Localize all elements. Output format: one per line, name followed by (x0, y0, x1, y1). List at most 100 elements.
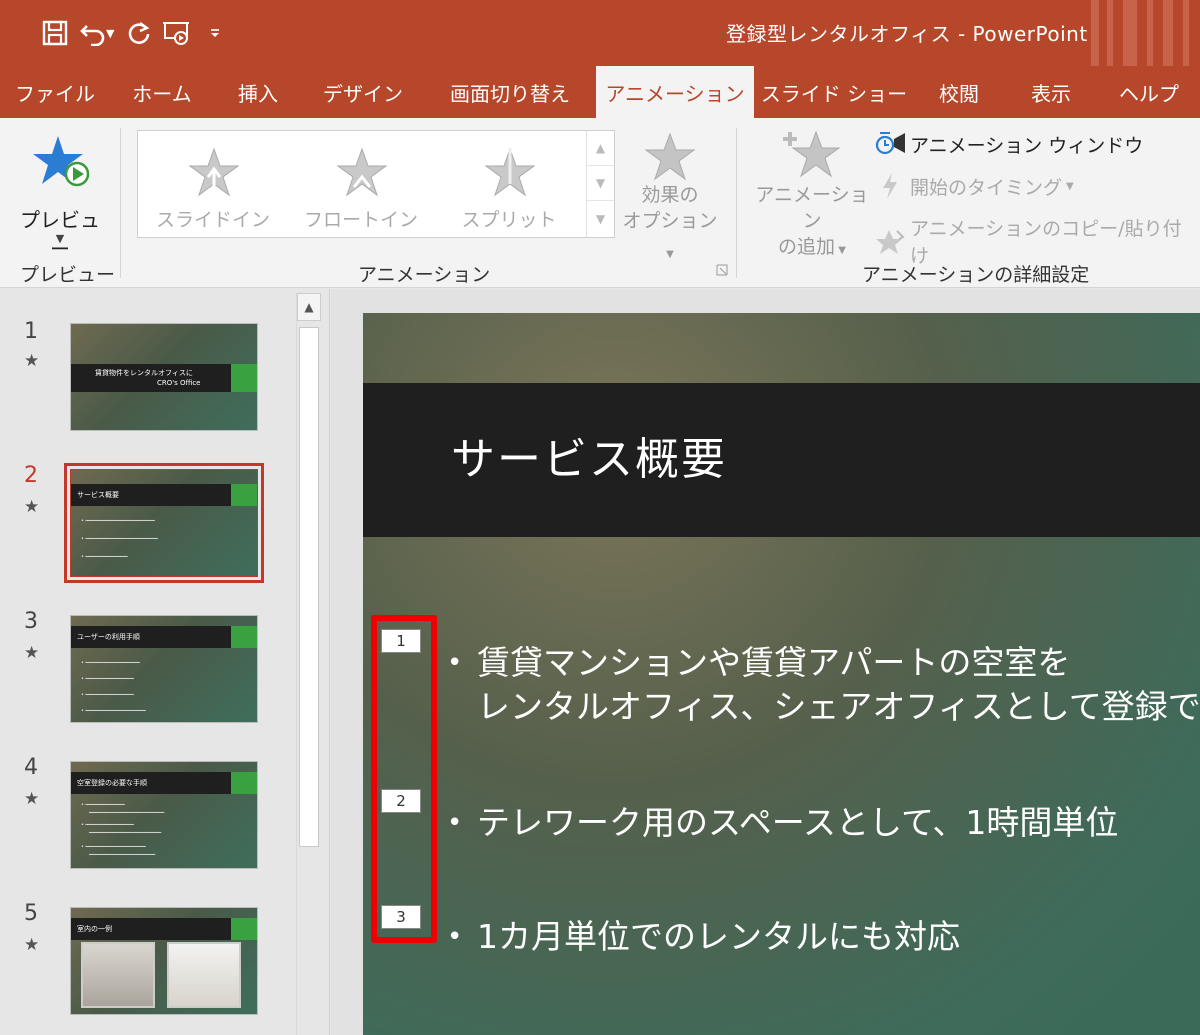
bullet-item[interactable]: • 賃貸マンションや賃貸アパートの空室を レンタルオフィス、シェアオフィスとして… (447, 641, 1200, 729)
tab-home[interactable]: ホーム (110, 66, 214, 118)
trigger-button[interactable]: 開始のタイミング ▼ (874, 172, 1074, 200)
tab-slideshow[interactable]: スライド ショー (754, 66, 914, 118)
slide-thumbnail-5[interactable]: 室内の一例 (70, 907, 258, 1015)
tab-insert[interactable]: 挿入 (214, 66, 302, 118)
highlight-box (371, 615, 437, 943)
thumbnail-title: サービス概要 (77, 491, 119, 499)
slide-title[interactable]: サービス概要 (451, 423, 727, 487)
thumbnail-text-line: • ━━━━━━━━━━━━━━━━━━━━ (81, 844, 146, 850)
current-slide[interactable]: サービス概要 1 2 3 • 賃貸マンションや賃貸アパートの空室を レンタルオフ… (363, 313, 1200, 1035)
group-separator (120, 128, 121, 278)
animation-star-icon: ★ (24, 789, 40, 809)
slide-thumbnail-3[interactable]: ユーザーの利用手順 • ━━━━━━━━━━━━━━━━━━ • ━━━━━━━… (70, 615, 258, 723)
tab-animations[interactable]: アニメーション (596, 66, 754, 118)
animation-painter-icon (874, 227, 906, 255)
undo-dropdown-icon[interactable]: ▼ (106, 27, 114, 40)
split-star-icon (484, 147, 536, 197)
effect-options-button[interactable]: 効果の オプション ▼ (622, 132, 718, 260)
thumbnail-title: ユーザーの利用手順 (77, 633, 140, 641)
group-label-preview: プレビュー (20, 264, 116, 286)
preview-button[interactable]: プレビュー ▼ (14, 132, 106, 261)
chevron-down-icon: ▼ (1066, 180, 1074, 192)
scrollbar-thumb[interactable] (299, 327, 319, 847)
gallery-scroll-up-icon[interactable]: ▲ (587, 131, 614, 166)
animation-split[interactable]: スプリット (434, 137, 584, 233)
quick-access-toolbar: ▼ (36, 14, 234, 52)
animation-star-icon: ★ (24, 351, 40, 371)
thumbnail-text-line: • ━━━━━━━━━━━━━━━━━━━━━━━ (81, 518, 155, 524)
tab-file[interactable]: ファイル (0, 66, 110, 118)
tab-design[interactable]: デザイン (302, 66, 424, 118)
thumbnail-title: 賃貸物件をレンタルオフィスに (95, 369, 193, 377)
animation-star-icon: ★ (24, 497, 40, 517)
thumbnail-text-line: ━━━━━━━━━━━━━━━━━━━━━━ (89, 852, 156, 858)
thumbnail-text-line: ━━━━━━━━━━━━━━━━━━━━━━━━━ (89, 810, 165, 816)
dialog-launcher-icon[interactable] (716, 264, 728, 276)
bullet-text-line: テレワーク用のスペースとして、1時間単位 (477, 803, 1119, 842)
thumbnail-text-line: • ━━━━━━━━━━━━━━━━━━━━━━━━ (81, 536, 158, 542)
tab-review[interactable]: 校閲 (914, 66, 1004, 118)
thumbnail-accent (231, 918, 257, 940)
redo-icon[interactable] (120, 14, 158, 52)
gallery-scroll-down-icon[interactable]: ▼ (587, 166, 614, 201)
bullet-text-line: 賃貸マンションや賃貸アパートの空室を (477, 643, 1071, 682)
split-label: スプリット (461, 209, 557, 231)
thumbnail-scrollbar[interactable]: ▲ (296, 293, 321, 1035)
add-animation-label-2: の追加 ▼ (778, 236, 846, 258)
bullet-item[interactable]: • 1カ月単位でのレンタルにも対応 (447, 915, 960, 959)
thumbnail-number: 1 (24, 319, 38, 344)
slide-thumbnail-2[interactable]: サービス概要 • ━━━━━━━━━━━━━━━━━━━━━━━ • ━━━━━… (64, 463, 264, 583)
thumbnail-text-line: • ━━━━━━━━━━━━━━━━ (81, 676, 134, 682)
gallery-expand-icon[interactable]: ▼ (587, 201, 614, 236)
bullet-dot: • (447, 648, 463, 678)
thumbnail-accent (231, 484, 257, 506)
thumbnail-accent (231, 626, 257, 648)
tab-transitions[interactable]: 画面切り替え (424, 66, 596, 118)
thumbnail-title: 室内の一例 (77, 925, 112, 933)
thumbnail-number: 5 (24, 901, 38, 926)
animation-pane-button[interactable]: アニメーション ウィンドウ (874, 130, 1143, 158)
animation-pane-label: アニメーション ウィンドウ (910, 134, 1144, 157)
customize-qat-icon[interactable] (196, 14, 234, 52)
tab-view[interactable]: 表示 (1004, 66, 1098, 118)
group-separator (736, 128, 737, 278)
thumbnail-number: 2 (24, 463, 38, 488)
scroll-up-icon[interactable]: ▲ (297, 293, 321, 321)
bullet-text-line: レンタルオフィス、シェアオフィスとして登録で (477, 687, 1200, 726)
animation-slide-in[interactable]: スライドイン (138, 137, 288, 233)
thumbnail-number: 3 (24, 609, 38, 634)
thumbnail-accent (231, 772, 257, 794)
bullet-item[interactable]: • テレワーク用のスペースとして、1時間単位 (447, 801, 1119, 845)
thumbnail-room-photo (81, 942, 155, 1008)
animation-pane-icon (874, 130, 906, 158)
thumbnail-text-line: • ━━━━━━━━━━━━━ (81, 802, 125, 808)
slide-thumbnail-4[interactable]: 空室登録の必要な手順 • ━━━━━━━━━━━━━ ━━━━━━━━━━━━━… (70, 761, 258, 869)
slide-title-bar: サービス概要 (363, 383, 1200, 537)
effect-options-label-2: オプション ▼ (622, 210, 718, 260)
thumbnail-text-line: • ━━━━━━━━━━━━━━━━━━ (81, 660, 140, 666)
add-animation-star-icon (783, 130, 841, 178)
ribbon-tabs: ファイル ホーム 挿入 デザイン 画面切り替え アニメーション スライド ショー… (0, 66, 1200, 118)
trigger-label: 開始のタイミング (910, 176, 1063, 199)
slide-thumbnail-1[interactable]: 賃貸物件をレンタルオフィスに CRO's Office (70, 323, 258, 431)
save-icon[interactable] (36, 14, 74, 52)
effect-options-label-1: 効果の (641, 184, 699, 206)
animation-star-icon: ★ (24, 643, 40, 663)
slide-editor: サービス概要 1 2 3 • 賃貸マンションや賃貸アパートの空室を レンタルオフ… (331, 289, 1200, 1035)
chevron-down-icon: ▼ (55, 232, 65, 245)
title-bar: ▼ 登録型レンタルオフィス - PowerPoint (0, 0, 1200, 66)
effect-options-star-icon (644, 132, 696, 181)
slide-thumbnail-pane: 1 ★ 賃貸物件をレンタルオフィスに CRO's Office 2 ★ サービス… (0, 289, 330, 1035)
present-from-start-icon[interactable] (158, 14, 196, 52)
animation-star-icon: ★ (24, 935, 40, 955)
title-bar-decoration (1091, 0, 1189, 66)
slide-in-star-icon (188, 147, 240, 197)
thumbnail-room-photo (167, 942, 241, 1008)
add-animation-label-1: アニメーション (755, 184, 869, 232)
ribbon-animations: プレビュー ▼ プレビュー スライドイン フロートイン スプリット ▲ ▼ ▼ … (0, 118, 1200, 288)
thumbnail-text-line: • ━━━━━━━━━━━━━━━━ (81, 822, 134, 828)
add-animation-button[interactable]: アニメーション の追加 ▼ (752, 128, 872, 258)
animation-float-in[interactable]: フロートイン (286, 137, 436, 233)
tab-help[interactable]: ヘルプ (1098, 66, 1200, 118)
thumbnail-accent (231, 364, 257, 392)
